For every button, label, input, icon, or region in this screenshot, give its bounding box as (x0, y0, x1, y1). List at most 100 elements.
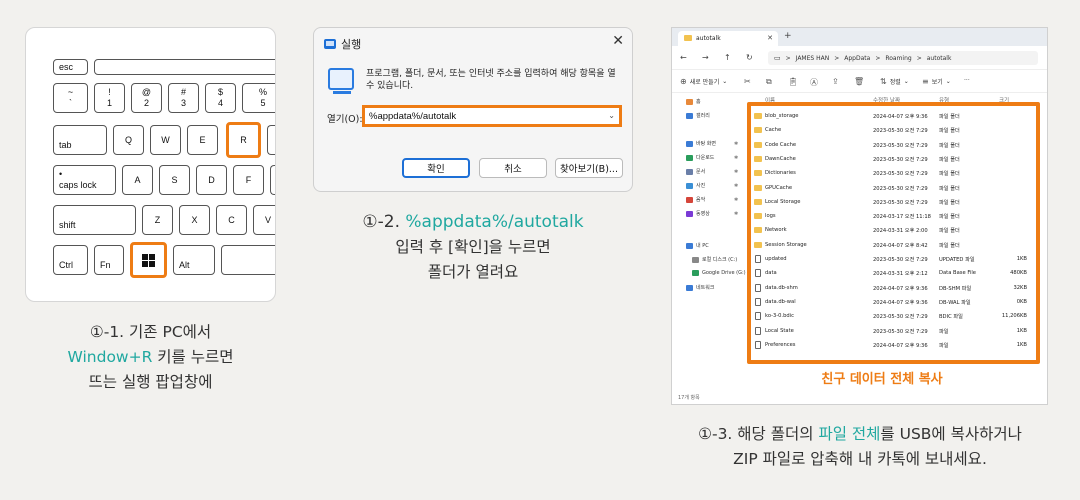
sidebar-item-label: 다운로드 (696, 155, 715, 161)
caption-text: ①-3. 해당 폴더의 (698, 425, 819, 443)
rename-icon[interactable]: Ⓐ (810, 77, 818, 88)
run-program-icon (328, 68, 354, 94)
key-label: @ (141, 87, 152, 97)
sidebar-item[interactable]: 사진 (686, 182, 705, 189)
run-dialog-title: 실행 (324, 36, 361, 52)
key-q: Q (113, 125, 144, 155)
key-label: 4 (217, 98, 223, 108)
open-input[interactable]: %appdata%/autotalk ⌄ (362, 105, 622, 127)
caption-line: ①-2. %appdata%/autotalk (313, 210, 633, 235)
new-button[interactable]: ⊕ 새로 만들기 ⌄ (680, 77, 727, 86)
sidebar-item-label: 문서 (696, 169, 706, 175)
share-icon[interactable]: ⇪ (832, 77, 839, 86)
paste-icon[interactable]: 📋︎ (788, 77, 798, 86)
tab-autotalk[interactable]: autotalk ✕ (678, 31, 778, 46)
monitor-icon: ▭ (774, 54, 781, 62)
key-label: Q (124, 135, 132, 145)
key-windows-highlighted (130, 242, 167, 278)
new-tab-icon[interactable]: + (784, 31, 792, 41)
caption-step-1: ①-1. 기존 PC에서 Window+R 키를 누르면 뜨는 실행 팝업창에 (25, 320, 276, 395)
breadcrumb-segment[interactable]: JAMES HAN (796, 55, 830, 62)
close-icon[interactable]: ✕ (767, 34, 773, 42)
cancel-button[interactable]: 취소 (479, 158, 547, 178)
sidebar-item-label: 갤러리 (696, 113, 710, 119)
sidebar-item-label: 음악 (696, 197, 706, 203)
key-label: tab (59, 140, 72, 150)
sidebar-item[interactable]: 로컬 디스크 (C:) (692, 256, 737, 263)
copy-icon[interactable]: ⧉ (766, 77, 772, 87)
caption-line: ZIP 파일로 압축해 내 카톡에 보내세요. (733, 450, 987, 468)
sidebar-item[interactable]: 바탕 화면 (686, 140, 716, 147)
key-e: E (187, 125, 218, 155)
breadcrumb-segment[interactable]: autotalk (927, 55, 952, 62)
delete-icon[interactable]: 🗑︎ (854, 77, 864, 86)
selection-highlight-box (747, 102, 1040, 364)
caption-line: 입력 후 [확인]을 누르면 (395, 238, 551, 256)
more-button[interactable]: ··· (964, 77, 970, 84)
key-s: S (159, 165, 190, 195)
highlight-text: %appdata%/autotalk (405, 212, 584, 232)
key-label: Fn (100, 260, 111, 270)
command-bar: ⊕ 새로 만들기 ⌄ ✂ ⧉ 📋︎ Ⓐ ⇪ 🗑︎ ⇅ 정렬 ⌄ ≡ 보기 ⌄ ··· (672, 71, 1047, 93)
key-label: $ (217, 87, 223, 97)
key-label: 1 (106, 98, 112, 108)
key-label: ` (69, 98, 72, 108)
run-description: 프로그램, 폴더, 문서, 또는 인터넷 주소를 입력하여 해당 항목을 열 수… (366, 69, 616, 91)
tab-title: autotalk (696, 35, 721, 42)
sidebar-item[interactable]: 네트워크 (686, 284, 714, 291)
key-f: F (233, 165, 264, 195)
key-ctrl: Ctrl (53, 245, 88, 275)
sidebar-item[interactable]: 다운로드 (686, 154, 714, 161)
key-t-partial (267, 125, 275, 155)
plus-circle-icon: ⊕ (680, 77, 687, 86)
key-4: $4 (205, 83, 236, 113)
pin-icon[interactable]: ✱ (734, 197, 738, 203)
pin-icon[interactable]: ✱ (734, 211, 738, 217)
key-alt: Alt (173, 245, 215, 275)
open-input-value: %appdata%/autotalk (369, 110, 457, 122)
cut-icon[interactable]: ✂ (744, 77, 751, 86)
breadcrumb-separator: > (875, 54, 881, 62)
back-icon[interactable]: ← (680, 53, 687, 62)
key-g-partial (270, 165, 275, 195)
refresh-icon[interactable]: ↻ (746, 53, 753, 62)
caption-line: ①-3. 해당 폴더의 파일 전체를 USB에 복사하거나 (640, 422, 1080, 447)
sidebar-item[interactable]: 내 PC (686, 242, 709, 249)
breadcrumb-separator: > (916, 54, 922, 62)
sidebar-item[interactable]: 동영상 (686, 210, 710, 217)
key-label: 3 (180, 98, 186, 108)
chevron-down-icon[interactable]: ⌄ (608, 111, 615, 120)
pin-icon[interactable]: ✱ (734, 155, 738, 161)
sidebar-item[interactable]: 홈 (686, 98, 701, 105)
sidebar-item-icon (686, 98, 693, 105)
run-dialog-title-text: 실행 (341, 38, 362, 51)
sidebar-item[interactable]: Google Drive (G:) (692, 270, 746, 276)
confirm-button[interactable]: 확인 (402, 158, 470, 178)
up-icon[interactable]: ↑ (724, 53, 731, 62)
sidebar-item-label: 사진 (696, 183, 706, 189)
close-icon[interactable]: ✕ (612, 33, 624, 49)
sidebar-item-label: 네트워크 (696, 285, 715, 291)
browse-button[interactable]: 찾아보기(B)... (555, 158, 623, 178)
forward-icon[interactable]: → (702, 53, 709, 62)
key-w: W (150, 125, 181, 155)
sort-button[interactable]: ⇅ 정렬 ⌄ (880, 77, 909, 86)
breadcrumb-segment[interactable]: Roaming (885, 55, 911, 62)
pin-icon[interactable]: ✱ (734, 141, 738, 147)
view-button[interactable]: ≡ 보기 ⌄ (922, 77, 951, 86)
sidebar-item[interactable]: 문서 (686, 168, 705, 175)
sidebar-item-label: 바탕 화면 (696, 141, 716, 147)
sidebar-item[interactable]: 음악 (686, 196, 705, 203)
key-tab: tab (53, 125, 107, 155)
sidebar-item-icon (686, 112, 693, 119)
pin-icon[interactable]: ✱ (734, 183, 738, 189)
caption-step-3: ①-3. 해당 폴더의 파일 전체를 USB에 복사하거나 ZIP 파일로 압축… (640, 422, 1080, 472)
caption-line: Window+R 키를 누르면 (25, 345, 276, 370)
breadcrumb-segment[interactable]: AppData (844, 55, 870, 62)
new-label: 새로 만들기 (689, 79, 720, 86)
pin-icon[interactable]: ✱ (734, 169, 738, 175)
view-label: 보기 (931, 79, 943, 86)
breadcrumb[interactable]: ▭ > JAMES HAN > AppData > Roaming > autotalk (768, 51, 1038, 65)
sidebar-item[interactable]: 갤러리 (686, 112, 710, 119)
sidebar-item-icon (686, 242, 693, 249)
